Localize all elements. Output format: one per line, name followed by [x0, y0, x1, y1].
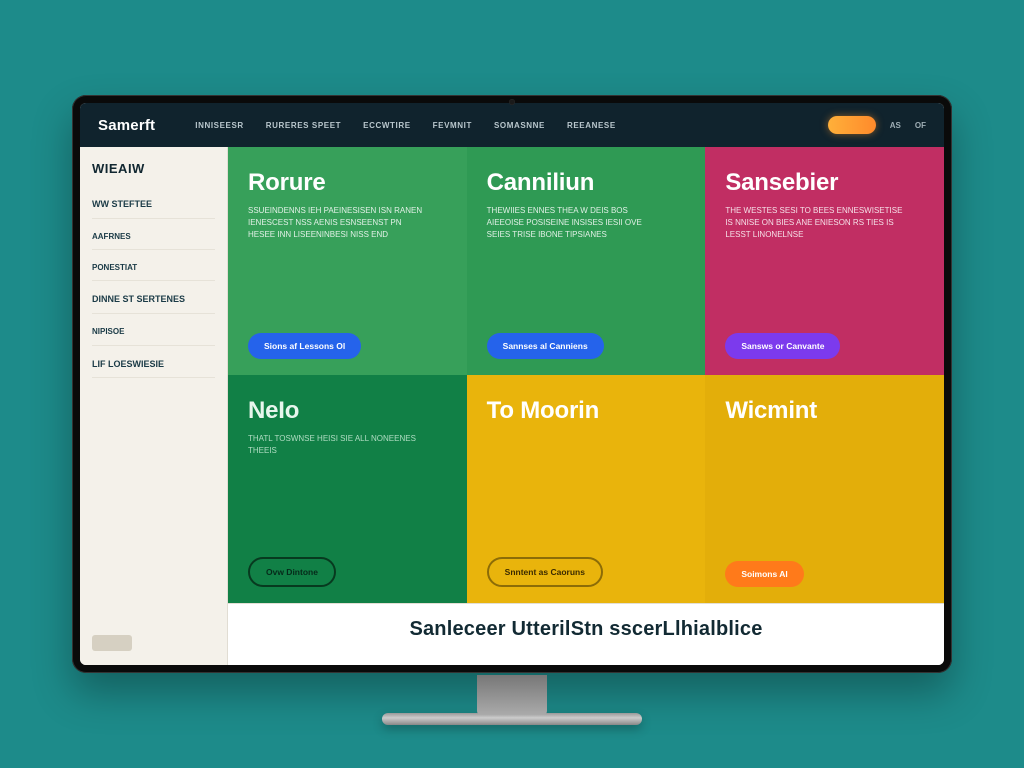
- brand-logo[interactable]: Samerft: [98, 117, 155, 134]
- tile-wicmint[interactable]: Wicmint Soimons Al: [705, 375, 944, 603]
- nav-item-5[interactable]: SOMASNNE: [494, 121, 545, 130]
- sidebar-footer-icon: [92, 635, 132, 651]
- tile-title: Rorure: [248, 169, 447, 197]
- tile-desc: SSUEINDENNS IEH PAEINESISEN ISN RANEN IE…: [248, 205, 427, 241]
- tile-grid: Rorure SSUEINDENNS IEH PAEINESISEN ISN R…: [228, 147, 944, 603]
- tile-title: Canniliun: [487, 169, 686, 197]
- top-nav: Samerft INNISEESR RURERES SPEET ECCWTIRE…: [80, 103, 944, 147]
- tile-desc: THEWIIES ENNES THEA W DEIS BOS AIEEOISE …: [487, 205, 666, 241]
- tile-tomoorin[interactable]: To Moorin Snntent as Caoruns: [467, 375, 706, 603]
- sidebar-title: WIEAIW: [92, 161, 215, 176]
- nav-extra-2[interactable]: OF: [915, 121, 926, 130]
- sidebar-item-4[interactable]: DINNE ST SERTENES: [92, 287, 215, 314]
- tile-button-canniliun[interactable]: Sannses al Canniens: [487, 333, 604, 359]
- nav-item-2[interactable]: RURERES SPEET: [266, 121, 341, 130]
- tile-canniliun[interactable]: Canniliun THEWIIES ENNES THEA W DEIS BOS…: [467, 147, 706, 375]
- tile-button-nelo[interactable]: Ovw Dintone: [248, 557, 336, 587]
- sidebar-item-6[interactable]: LIF LOESWIESIE: [92, 352, 215, 379]
- nav-item-6[interactable]: REEANESE: [567, 121, 616, 130]
- tile-button-sansebier[interactable]: Sansws or Canvante: [725, 333, 840, 359]
- tile-button-tomoorin[interactable]: Snntent as Caoruns: [487, 557, 603, 587]
- sidebar-item-1[interactable]: WW STEFTEE: [92, 192, 215, 219]
- tile-title: To Moorin: [487, 397, 686, 425]
- sidebar: WIEAIW WW STEFTEE AAFRNES PONESTIAT DINN…: [80, 147, 228, 665]
- tile-title: Sansebier: [725, 169, 924, 197]
- nav-extra-1[interactable]: AS: [890, 121, 901, 130]
- tile-title: Wicmint: [725, 397, 924, 425]
- nav-links: INNISEESR RURERES SPEET ECCWTIRE FEVMNIT…: [195, 121, 818, 130]
- tile-desc: THE WESTES SESI TO BEES ENNESWISETISE IS…: [725, 205, 904, 241]
- tile-title: NeIo: [248, 397, 447, 425]
- sidebar-item-5[interactable]: NIPISOE: [92, 320, 215, 345]
- tile-rorure[interactable]: Rorure SSUEINDENNS IEH PAEINESISEN ISN R…: [228, 147, 467, 375]
- nav-item-3[interactable]: ECCWTIRE: [363, 121, 410, 130]
- footer-banner: Sanleceer UtterilStn sscerLlhialblice: [228, 603, 944, 665]
- tile-button-rorure[interactable]: Sions af Lessons Ol: [248, 333, 361, 359]
- tile-desc: THATL TOSWNSE HEISI SIE ALL NONEENES THE…: [248, 433, 427, 457]
- tile-nelo[interactable]: NeIo THATL TOSWNSE HEISI SIE ALL NONEENE…: [228, 375, 467, 603]
- tile-sansebier[interactable]: Sansebier THE WESTES SESI TO BEES ENNESW…: [705, 147, 944, 375]
- sidebar-item-3[interactable]: PONESTIAT: [92, 256, 215, 281]
- footer-tagline: Sanleceer UtterilStn sscerLlhialblice: [228, 618, 944, 641]
- cta-pill-button[interactable]: [828, 116, 876, 134]
- nav-item-1[interactable]: INNISEESR: [195, 121, 244, 130]
- nav-item-4[interactable]: FEVMNIT: [433, 121, 472, 130]
- tile-button-wicmint[interactable]: Soimons Al: [725, 561, 803, 587]
- sidebar-item-2[interactable]: AAFRNES: [92, 225, 215, 250]
